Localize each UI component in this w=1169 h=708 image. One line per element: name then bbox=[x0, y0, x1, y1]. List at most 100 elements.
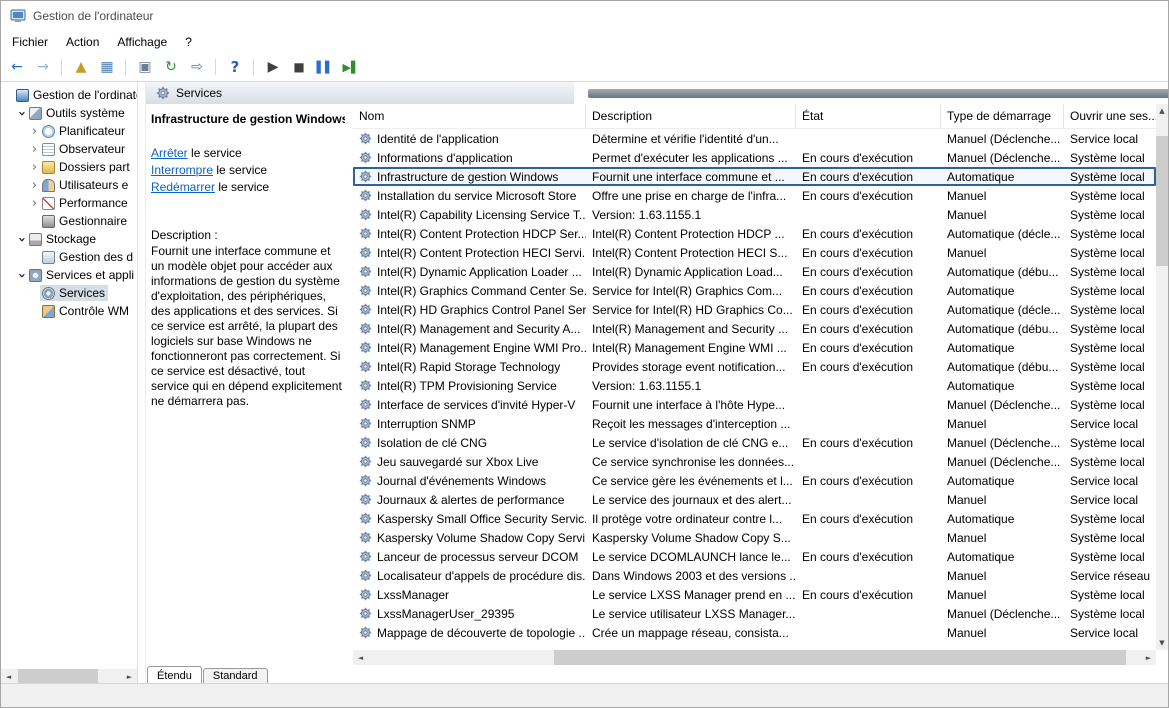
tree-scroll-track[interactable] bbox=[16, 669, 122, 684]
tree-item[interactable]: Observateur bbox=[1, 140, 137, 158]
panel-splitter[interactable] bbox=[138, 82, 145, 684]
service-row[interactable]: Journaux & alertes de performance Le ser… bbox=[353, 490, 1156, 509]
tree-chevron-icon[interactable] bbox=[29, 196, 40, 211]
service-row[interactable]: Interruption SNMP Reçoit les messages d'… bbox=[353, 414, 1156, 433]
view-tab[interactable]: Étendu bbox=[147, 666, 202, 684]
tree-item-label: Stockage bbox=[46, 232, 96, 246]
menu-item[interactable]: Affichage bbox=[108, 33, 176, 51]
service-row[interactable]: Identité de l'application Détermine et v… bbox=[353, 129, 1156, 148]
tree-chevron-icon[interactable] bbox=[29, 124, 40, 139]
scroll-left-icon[interactable] bbox=[1, 669, 16, 684]
scroll-down-icon[interactable] bbox=[1156, 636, 1168, 650]
service-action-link[interactable]: Arrêter bbox=[151, 146, 188, 160]
service-row[interactable]: Intel(R) Content Protection HECI Servi..… bbox=[353, 243, 1156, 262]
horizontal-scroll-thumb[interactable] bbox=[554, 650, 1126, 665]
column-header[interactable]: Ouvrir une ses... bbox=[1064, 104, 1158, 128]
service-row[interactable]: Kaspersky Small Office Security Servic..… bbox=[353, 509, 1156, 528]
menu-item[interactable]: ? bbox=[176, 33, 201, 51]
service-row[interactable]: Intel(R) TPM Provisioning Service Versio… bbox=[353, 376, 1156, 395]
tree-item[interactable]: Stockage bbox=[1, 230, 137, 248]
service-row[interactable]: Journal d'événements Windows Ce service … bbox=[353, 471, 1156, 490]
tree-item[interactable]: Dossiers part bbox=[1, 158, 137, 176]
tree-item-label: Gestionnaire bbox=[59, 214, 127, 228]
tree-horizontal-scrollbar[interactable] bbox=[1, 669, 137, 684]
service-row[interactable]: Mappage de découverte de topologie ... C… bbox=[353, 623, 1156, 642]
stop-service-icon[interactable]: ■ bbox=[287, 55, 311, 79]
menu-item[interactable]: Action bbox=[57, 33, 108, 51]
properties-icon[interactable]: ▣ bbox=[133, 55, 157, 79]
service-row[interactable]: LxssManager Le service LXSS Manager pren… bbox=[353, 585, 1156, 604]
service-name: Isolation de clé CNG bbox=[377, 436, 487, 450]
tree-item[interactable]: Gestionnaire bbox=[1, 212, 137, 230]
vertical-scroll-thumb[interactable] bbox=[1156, 136, 1168, 266]
tree-chevron-icon[interactable] bbox=[29, 178, 40, 193]
view-tabs: ÉtenduStandard bbox=[146, 665, 1168, 684]
service-row[interactable]: Intel(R) Dynamic Application Loader ... … bbox=[353, 262, 1156, 281]
service-row[interactable]: Intel(R) Rapid Storage Technology Provid… bbox=[353, 357, 1156, 376]
service-row[interactable]: Interface de services d'invité Hyper-V F… bbox=[353, 395, 1156, 414]
service-taskpad: Infrastructure de gestion Windows Arrête… bbox=[146, 104, 353, 665]
tree-item[interactable]: Services et appli bbox=[1, 266, 137, 284]
view-tab[interactable]: Standard bbox=[203, 668, 268, 684]
service-row[interactable]: Lanceur de processus serveur DCOM Le ser… bbox=[353, 547, 1156, 566]
scroll-left-icon[interactable] bbox=[353, 650, 368, 665]
menu-item[interactable]: Fichier bbox=[3, 33, 57, 51]
tree-chevron-icon[interactable] bbox=[29, 142, 40, 157]
tree-item[interactable]: Gestion des d bbox=[1, 248, 137, 266]
service-row[interactable]: Kaspersky Volume Shadow Copy Servi... Ka… bbox=[353, 528, 1156, 547]
forward-icon[interactable]: → bbox=[31, 55, 55, 79]
service-row[interactable]: Informations d'application Permet d'exéc… bbox=[353, 148, 1156, 167]
column-header[interactable]: Type de démarrage bbox=[941, 104, 1064, 128]
export-list-icon[interactable]: ⇨ bbox=[185, 55, 209, 79]
service-row[interactable]: Jeu sauvegardé sur Xbox Live Ce service … bbox=[353, 452, 1156, 471]
service-row[interactable]: Intel(R) Content Protection HDCP Ser... … bbox=[353, 224, 1156, 243]
tree-item[interactable]: Services bbox=[1, 284, 137, 302]
scroll-right-icon[interactable] bbox=[122, 669, 137, 684]
scroll-right-icon[interactable] bbox=[1141, 650, 1156, 665]
service-gear-icon bbox=[359, 512, 372, 525]
tree-chevron-icon[interactable] bbox=[16, 106, 27, 121]
service-action-link[interactable]: Interrompre bbox=[151, 163, 213, 177]
service-startup-type-cell: Manuel bbox=[941, 186, 1064, 205]
service-row[interactable]: Localisateur d'appels de procédure dis..… bbox=[353, 566, 1156, 585]
service-row[interactable]: Intel(R) Management Engine WMI Pro... In… bbox=[353, 338, 1156, 357]
service-action-link[interactable]: Redémarrer bbox=[151, 180, 215, 194]
service-row[interactable]: Intel(R) Management and Security A... In… bbox=[353, 319, 1156, 338]
help-icon[interactable]: ? bbox=[223, 55, 247, 79]
tree-scroll-thumb[interactable] bbox=[18, 669, 98, 684]
scroll-up-icon[interactable] bbox=[1156, 104, 1168, 118]
list-horizontal-scrollbar[interactable] bbox=[353, 650, 1156, 665]
list-vertical-scrollbar[interactable] bbox=[1156, 104, 1168, 650]
tree-chevron-icon[interactable] bbox=[29, 160, 40, 175]
show-hide-console-tree-icon[interactable]: ▦ bbox=[95, 55, 119, 79]
list-vscroll-track[interactable] bbox=[1156, 118, 1168, 636]
column-header[interactable]: Nom bbox=[353, 104, 586, 128]
tree-chevron-icon[interactable] bbox=[16, 232, 27, 247]
restart-service-icon[interactable]: ▶▌ bbox=[339, 55, 363, 79]
tree-item-icon bbox=[42, 287, 55, 300]
pause-service-icon[interactable]: ▌▌ bbox=[313, 55, 337, 79]
column-header[interactable]: État bbox=[796, 104, 941, 128]
tree-chevron-icon[interactable] bbox=[16, 268, 27, 283]
service-startup-type-cell: Manuel (Déclenche... bbox=[941, 395, 1064, 414]
tree-item[interactable]: Utilisateurs e bbox=[1, 176, 137, 194]
service-row[interactable]: Intel(R) Capability Licensing Service T.… bbox=[353, 205, 1156, 224]
column-header[interactable]: Description bbox=[586, 104, 796, 128]
service-row[interactable]: Isolation de clé CNG Le service d'isolat… bbox=[353, 433, 1156, 452]
tree-item[interactable]: Performance bbox=[1, 194, 137, 212]
tree-item[interactable]: Outils système bbox=[1, 104, 137, 122]
list-hscroll-track[interactable] bbox=[368, 650, 1141, 665]
tree-item-label: Contrôle WM bbox=[59, 304, 129, 318]
refresh-icon[interactable]: ↻ bbox=[159, 55, 183, 79]
start-service-icon[interactable]: ▶ bbox=[261, 55, 285, 79]
tree-item[interactable]: Contrôle WM bbox=[1, 302, 137, 320]
back-icon[interactable]: ← bbox=[5, 55, 29, 79]
service-row[interactable]: Installation du service Microsoft Store … bbox=[353, 186, 1156, 205]
service-row[interactable]: Intel(R) HD Graphics Control Panel Ser..… bbox=[353, 300, 1156, 319]
tree-item[interactable]: Planificateur bbox=[1, 122, 137, 140]
tree-item[interactable]: Gestion de l'ordinate bbox=[1, 86, 137, 104]
service-row[interactable]: Infrastructure de gestion Windows Fourni… bbox=[353, 167, 1156, 186]
up-one-level-icon[interactable]: ▲ bbox=[69, 55, 93, 79]
service-row[interactable]: Intel(R) Graphics Command Center Se... S… bbox=[353, 281, 1156, 300]
service-row[interactable]: LxssManagerUser_29395 Le service utilisa… bbox=[353, 604, 1156, 623]
